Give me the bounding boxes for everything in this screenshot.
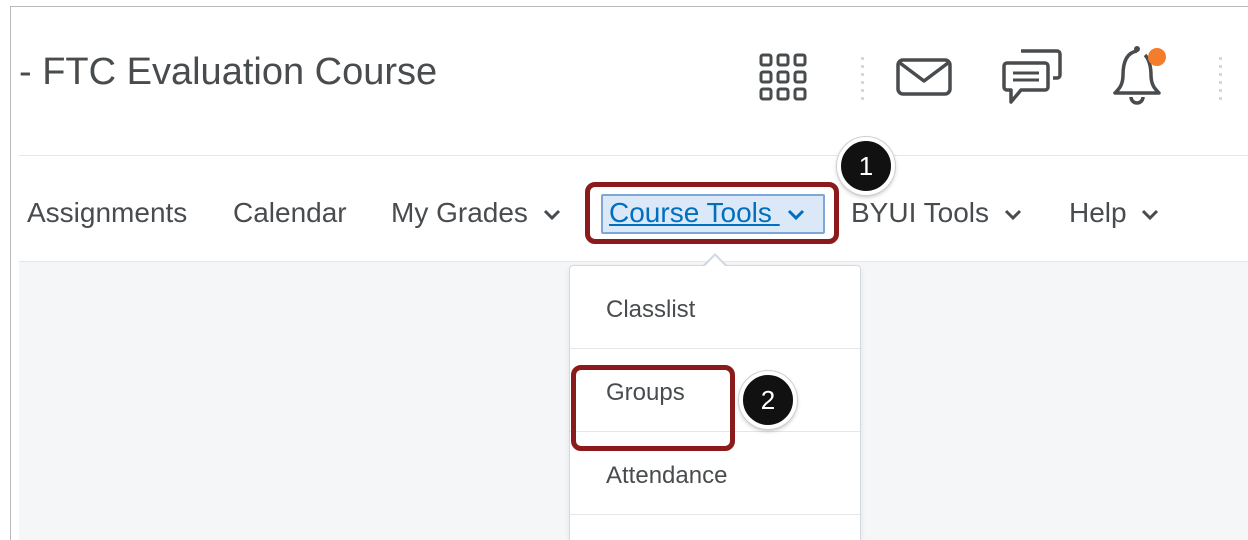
nav-item-byui-tools[interactable]: BYUI Tools: [851, 197, 1023, 229]
nav-item-my-grades[interactable]: My Grades: [391, 197, 562, 229]
bell-icon[interactable]: [1111, 45, 1171, 107]
menu-item-classlist[interactable]: Classlist: [570, 266, 860, 349]
highlight-box-groups: [571, 365, 735, 451]
dropdown-caret-fill: [703, 256, 727, 268]
notification-dot-icon: [1148, 48, 1166, 66]
chat-icon[interactable]: [1001, 47, 1063, 107]
chevron-down-icon: [543, 209, 560, 220]
course-title: - FTC Evaluation Course: [19, 51, 438, 93]
step-callout-1: 1: [837, 137, 895, 195]
header-separator: [19, 155, 1248, 156]
chevron-down-icon: [787, 209, 804, 220]
header-divider-right: [1219, 57, 1222, 103]
header-divider: [861, 57, 864, 103]
nav-item-help[interactable]: Help: [1069, 197, 1160, 229]
mail-icon[interactable]: [895, 57, 953, 97]
apps-grid-icon[interactable]: [757, 51, 809, 103]
course-navbar: Assignments Calendar My Grades Course To…: [11, 157, 1248, 261]
chevron-down-icon: [1004, 209, 1021, 220]
nav-item-calendar[interactable]: Calendar: [233, 197, 347, 229]
nav-item-assignments[interactable]: Assignments: [27, 197, 187, 229]
chevron-down-icon: [1142, 209, 1159, 220]
browser-frame: - FTC Evaluation Course Assignments Cale…: [10, 6, 1248, 540]
step-callout-2: 2: [739, 371, 797, 429]
nav-item-course-tools[interactable]: Course Tools: [609, 197, 806, 229]
